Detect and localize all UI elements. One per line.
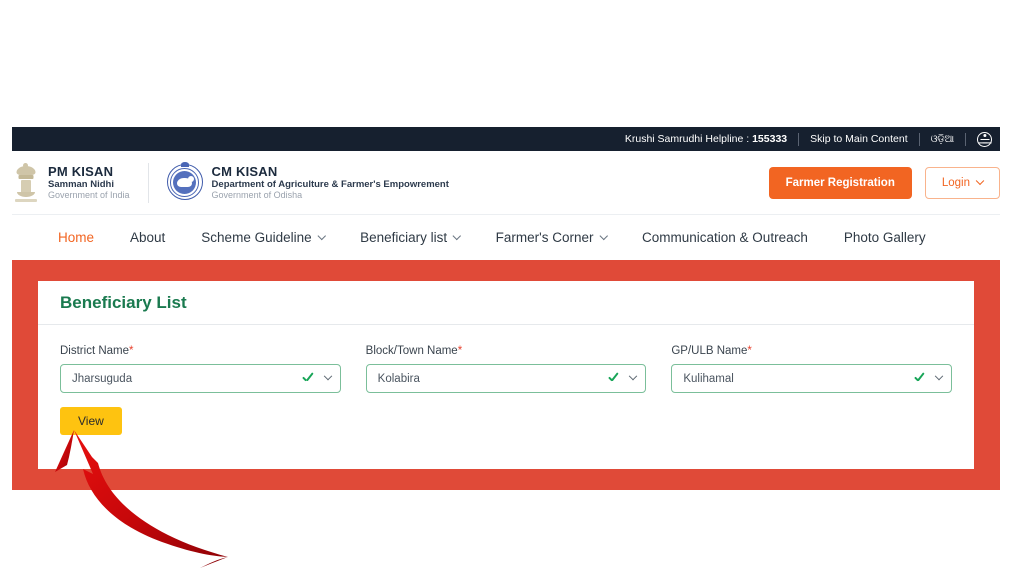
chevron-down-icon — [317, 231, 326, 240]
pm-kisan-subtitle: Samman Nidhi — [48, 179, 114, 191]
nav-item-photo-gallery[interactable]: Photo Gallery — [844, 230, 926, 245]
checkmark-icon — [302, 373, 314, 385]
helpline-text: Krushi Samrudhi Helpline : 155333 — [625, 133, 787, 145]
brand-cm-kisan[interactable]: CM KISAN Department of Agriculture & Far… — [166, 162, 449, 201]
nav-item-beneficiary-list[interactable]: Beneficiary list — [360, 230, 461, 245]
brand-pm-kisan[interactable]: PM KISAN Samman Nidhi Government of Indi… — [12, 164, 130, 202]
page-title: Beneficiary List — [60, 292, 187, 312]
skip-to-main-content-link[interactable]: Skip to Main Content — [810, 133, 907, 145]
header-actions: Farmer Registration Login — [768, 166, 1000, 199]
brand-pm-kisan-text: PM KISAN Samman Nidhi Government of Indi… — [48, 164, 130, 201]
nav-item-label: Beneficiary list — [360, 230, 448, 245]
top-utility-bar: Krushi Samrudhi Helpline : 155333 Skip t… — [12, 127, 1000, 151]
page-root: Krushi Samrudhi Helpline : 155333 Skip t… — [0, 0, 1024, 576]
label-text: District Name — [60, 345, 130, 357]
chevron-down-icon — [453, 231, 461, 240]
field-block-town-name: Block/Town Name* Kolabira — [365, 345, 647, 393]
select-value: Kulihamal — [683, 372, 734, 385]
login-button-label: Login — [941, 176, 970, 189]
checkmark-icon — [913, 373, 925, 385]
select-value: Jharsuguda — [72, 372, 133, 385]
nav-item-label: Communication & Outreach — [642, 230, 808, 245]
nav-item-home[interactable]: Home — [58, 230, 94, 245]
odisha-government-seal-icon — [166, 162, 203, 201]
helpline-number: 155333 — [752, 133, 788, 145]
chevron-down-icon[interactable] — [934, 371, 944, 380]
field-gp-ulb-name: GP/ULB Name* Kulihamal — [671, 345, 953, 393]
farmer-registration-button[interactable]: Farmer Registration — [768, 166, 912, 199]
required-marker: * — [457, 345, 463, 357]
topbar-divider-3 — [965, 132, 966, 146]
select-gp-ulb-name[interactable]: Kulihamal — [671, 364, 953, 393]
chevron-down-icon — [975, 176, 985, 185]
india-national-emblem-icon — [12, 164, 39, 202]
field-label-gp-ulb-name: GP/ULB Name* — [671, 345, 952, 357]
chevron-down-icon[interactable] — [323, 371, 332, 380]
topbar-divider-1 — [798, 132, 800, 146]
login-button[interactable]: Login — [924, 166, 1000, 199]
helpline-label: Krushi Samrudhi Helpline : — [624, 133, 753, 145]
form-field-row: District Name* Jharsuguda Block/Town Name*… — [60, 345, 953, 393]
required-marker: * — [747, 345, 752, 357]
curved-arrow-pointing-to-view-button — [55, 430, 228, 568]
nav-item-label: About — [130, 230, 166, 245]
select-block-town-name[interactable]: Kolabira — [365, 364, 647, 393]
cm-kisan-title: CM KISAN — [211, 163, 278, 179]
field-label-block-town-name: Block/Town Name* — [366, 345, 647, 357]
brand-divider — [147, 162, 149, 203]
site-header: PM KISAN Samman Nidhi Government of Indi… — [12, 151, 1000, 214]
nav-item-about[interactable]: About — [130, 230, 165, 245]
field-district-name: District Name* Jharsuguda — [60, 345, 341, 393]
chevron-down-icon[interactable] — [629, 371, 638, 380]
nav-item-scheme-guideline[interactable]: Scheme Guideline — [201, 230, 326, 245]
cm-kisan-department: Department of Agriculture & Farmer's Emp… — [211, 179, 449, 191]
accessibility-icon[interactable] — [977, 131, 992, 147]
topbar-divider-2 — [918, 132, 920, 146]
select-value: Kolabira — [377, 372, 420, 385]
label-text: GP/ULB Name — [671, 345, 748, 357]
brand-cm-kisan-text: CM KISAN Department of Agriculture & Far… — [212, 164, 449, 201]
required-marker: * — [129, 345, 134, 357]
chevron-down-icon — [599, 231, 608, 240]
nav-item-label: Home — [58, 230, 95, 245]
nav-item-communication-outreach[interactable]: Communication & Outreach — [642, 230, 808, 245]
field-label-district-name: District Name* — [60, 345, 341, 357]
nav-item-label: Photo Gallery — [843, 230, 926, 245]
card-header: Beneficiary List — [38, 281, 974, 325]
pm-kisan-title: PM KISAN — [48, 163, 114, 179]
pm-kisan-government: Government of India — [48, 190, 130, 201]
checkmark-icon — [607, 373, 619, 385]
nav-item-farmer-s-corner[interactable]: Farmer's Corner — [495, 230, 608, 245]
cm-kisan-government: Government of Odisha — [211, 190, 303, 201]
nav-item-label: Farmer's Corner — [495, 230, 594, 245]
language-toggle-odia[interactable]: ଓଡ଼ିଆ — [931, 134, 955, 145]
label-text: Block/Town Name — [365, 345, 458, 357]
select-district-name[interactable]: Jharsuguda — [60, 364, 341, 393]
main-navigation: Home About Scheme Guideline Beneficiary lis… — [12, 214, 1000, 260]
nav-item-label: Scheme Guideline — [201, 230, 312, 245]
